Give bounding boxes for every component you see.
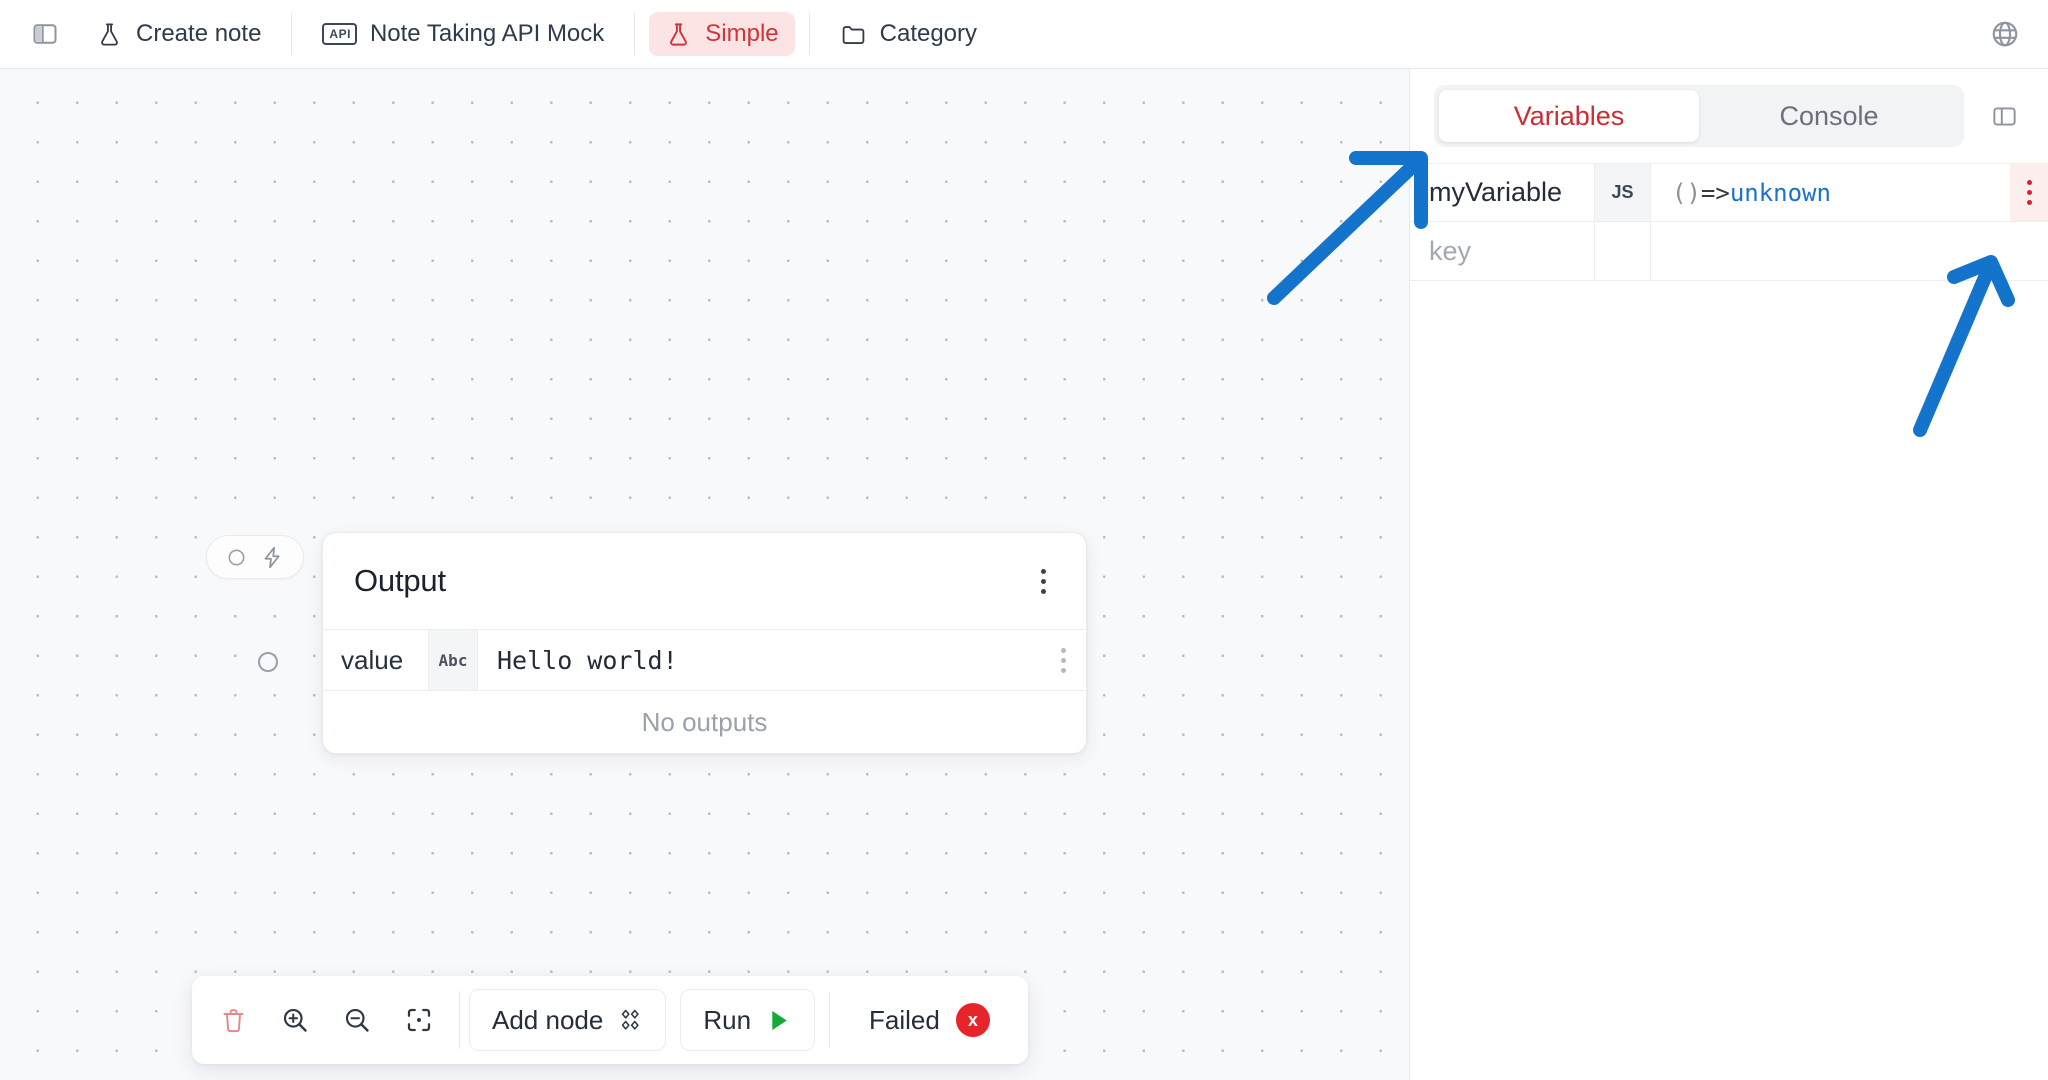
kebab-menu-icon	[2026, 180, 2032, 205]
variable-row-menu-placeholder	[2010, 222, 2048, 280]
run-button[interactable]: Run	[680, 989, 816, 1051]
variables-table: myVariable JS () => unknown key	[1410, 163, 2048, 281]
output-row-menu-button[interactable]	[1040, 630, 1086, 690]
output-row-key: value	[341, 644, 404, 675]
top-bar-divider-1	[291, 13, 293, 55]
status-failed-icon: x	[955, 1003, 990, 1037]
right-panel: Variables Console myVariable JS () => un…	[1410, 69, 2048, 1080]
flow-canvas[interactable]: Output value Abc Hello world! No outputs	[0, 69, 1410, 1080]
canvas-bottom-toolbar: Add node Run Failed x	[192, 976, 1028, 1064]
variable-value[interactable]	[1651, 222, 2010, 280]
main-body: Output value Abc Hello world! No outputs	[0, 69, 2048, 1080]
variable-value-arrow: =>	[1700, 178, 1730, 207]
top-bar: Create note API Note Taking API Mock Sim…	[0, 0, 2048, 69]
delete-button[interactable]	[202, 989, 264, 1051]
breadcrumb-item-category[interactable]: Category	[824, 12, 993, 56]
breadcrumb-label-category: Category	[879, 20, 978, 47]
tab-variables-label: Variables	[1513, 100, 1625, 131]
panel-left-icon	[33, 24, 57, 44]
output-node-menu-button[interactable]	[1028, 564, 1058, 598]
globe-icon	[1992, 21, 2018, 47]
variable-type-badge	[1594, 222, 1651, 280]
node-output-port[interactable]	[258, 652, 278, 672]
output-node-footer: No outputs	[641, 706, 768, 737]
language-globe-button[interactable]	[1984, 13, 2026, 55]
zoom-out-icon	[345, 1008, 369, 1032]
flask-icon	[101, 22, 118, 46]
tab-console-label: Console	[1779, 100, 1879, 131]
right-panel-tabs: Variables Console	[1434, 85, 1964, 147]
variable-value[interactable]: () => unknown	[1651, 164, 2010, 221]
panel-right-icon	[1992, 106, 2016, 126]
tab-variables[interactable]: Variables	[1439, 90, 1699, 142]
breadcrumb-item-note-taking-api-mock[interactable]: API Note Taking API Mock	[306, 12, 620, 56]
flask-icon	[670, 22, 688, 46]
sidebar-toggle-button[interactable]	[24, 13, 66, 55]
fit-view-button[interactable]	[388, 989, 450, 1051]
zoom-out-button[interactable]	[326, 989, 388, 1051]
variable-row[interactable]: key	[1410, 222, 2048, 281]
variable-row-menu-button[interactable]	[2010, 164, 2048, 221]
run-label: Run	[703, 1004, 752, 1035]
breadcrumb-label-simple: Simple	[705, 20, 779, 47]
play-icon	[772, 1010, 787, 1030]
zoom-in-button[interactable]	[264, 989, 326, 1051]
right-panel-header: Variables Console	[1410, 69, 2048, 163]
top-bar-divider-2	[634, 13, 636, 55]
breadcrumb-item-simple[interactable]: Simple	[649, 12, 795, 56]
status-label: Failed	[869, 1004, 940, 1035]
variable-value-params: ()	[1672, 178, 1701, 207]
output-node-title: Output	[354, 563, 446, 598]
node-input-port-group[interactable]	[206, 535, 304, 579]
lightning-bolt-icon[interactable]	[260, 545, 285, 570]
right-panel-collapse-button[interactable]	[1982, 94, 2026, 138]
run-status-badge: Failed x	[839, 1003, 1018, 1037]
variable-name[interactable]: myVariable	[1410, 164, 1594, 221]
folder-icon	[842, 25, 864, 44]
breadcrumb-label-note-taking-api-mock: Note Taking API Mock	[369, 20, 605, 47]
output-node[interactable]: Output value Abc Hello world! No outputs	[322, 532, 1087, 754]
toolbar-divider-1	[459, 991, 460, 1049]
fit-view-icon	[407, 1008, 431, 1032]
variable-name-placeholder[interactable]: key	[1410, 222, 1594, 280]
tab-console[interactable]: Console	[1699, 90, 1959, 142]
output-node-row: value Abc Hello world!	[323, 629, 1086, 691]
zoom-in-icon	[283, 1008, 307, 1032]
breadcrumb-label-create-note: Create note	[136, 20, 262, 47]
output-node-header: Output	[323, 533, 1086, 629]
variable-row[interactable]: myVariable JS () => unknown	[1410, 163, 2048, 222]
breadcrumb-item-create-note[interactable]: Create note	[80, 12, 277, 56]
api-badge-icon: API	[322, 23, 357, 45]
top-bar-divider-3	[808, 13, 810, 55]
app-root: Create note API Note Taking API Mock Sim…	[0, 0, 2048, 1080]
variable-type-badge[interactable]: JS	[1594, 164, 1651, 221]
connection-port-icon[interactable]	[226, 547, 247, 568]
output-row-value[interactable]: Hello world!	[478, 630, 1040, 690]
diamond-grid-icon	[622, 1009, 639, 1030]
output-row-type-badge[interactable]: Abc	[428, 630, 478, 690]
add-node-button[interactable]: Add node	[469, 989, 667, 1051]
toolbar-divider-2	[829, 991, 831, 1049]
trash-icon	[222, 1008, 244, 1032]
add-node-label: Add node	[492, 1004, 604, 1035]
variable-value-result: unknown	[1729, 178, 1831, 207]
